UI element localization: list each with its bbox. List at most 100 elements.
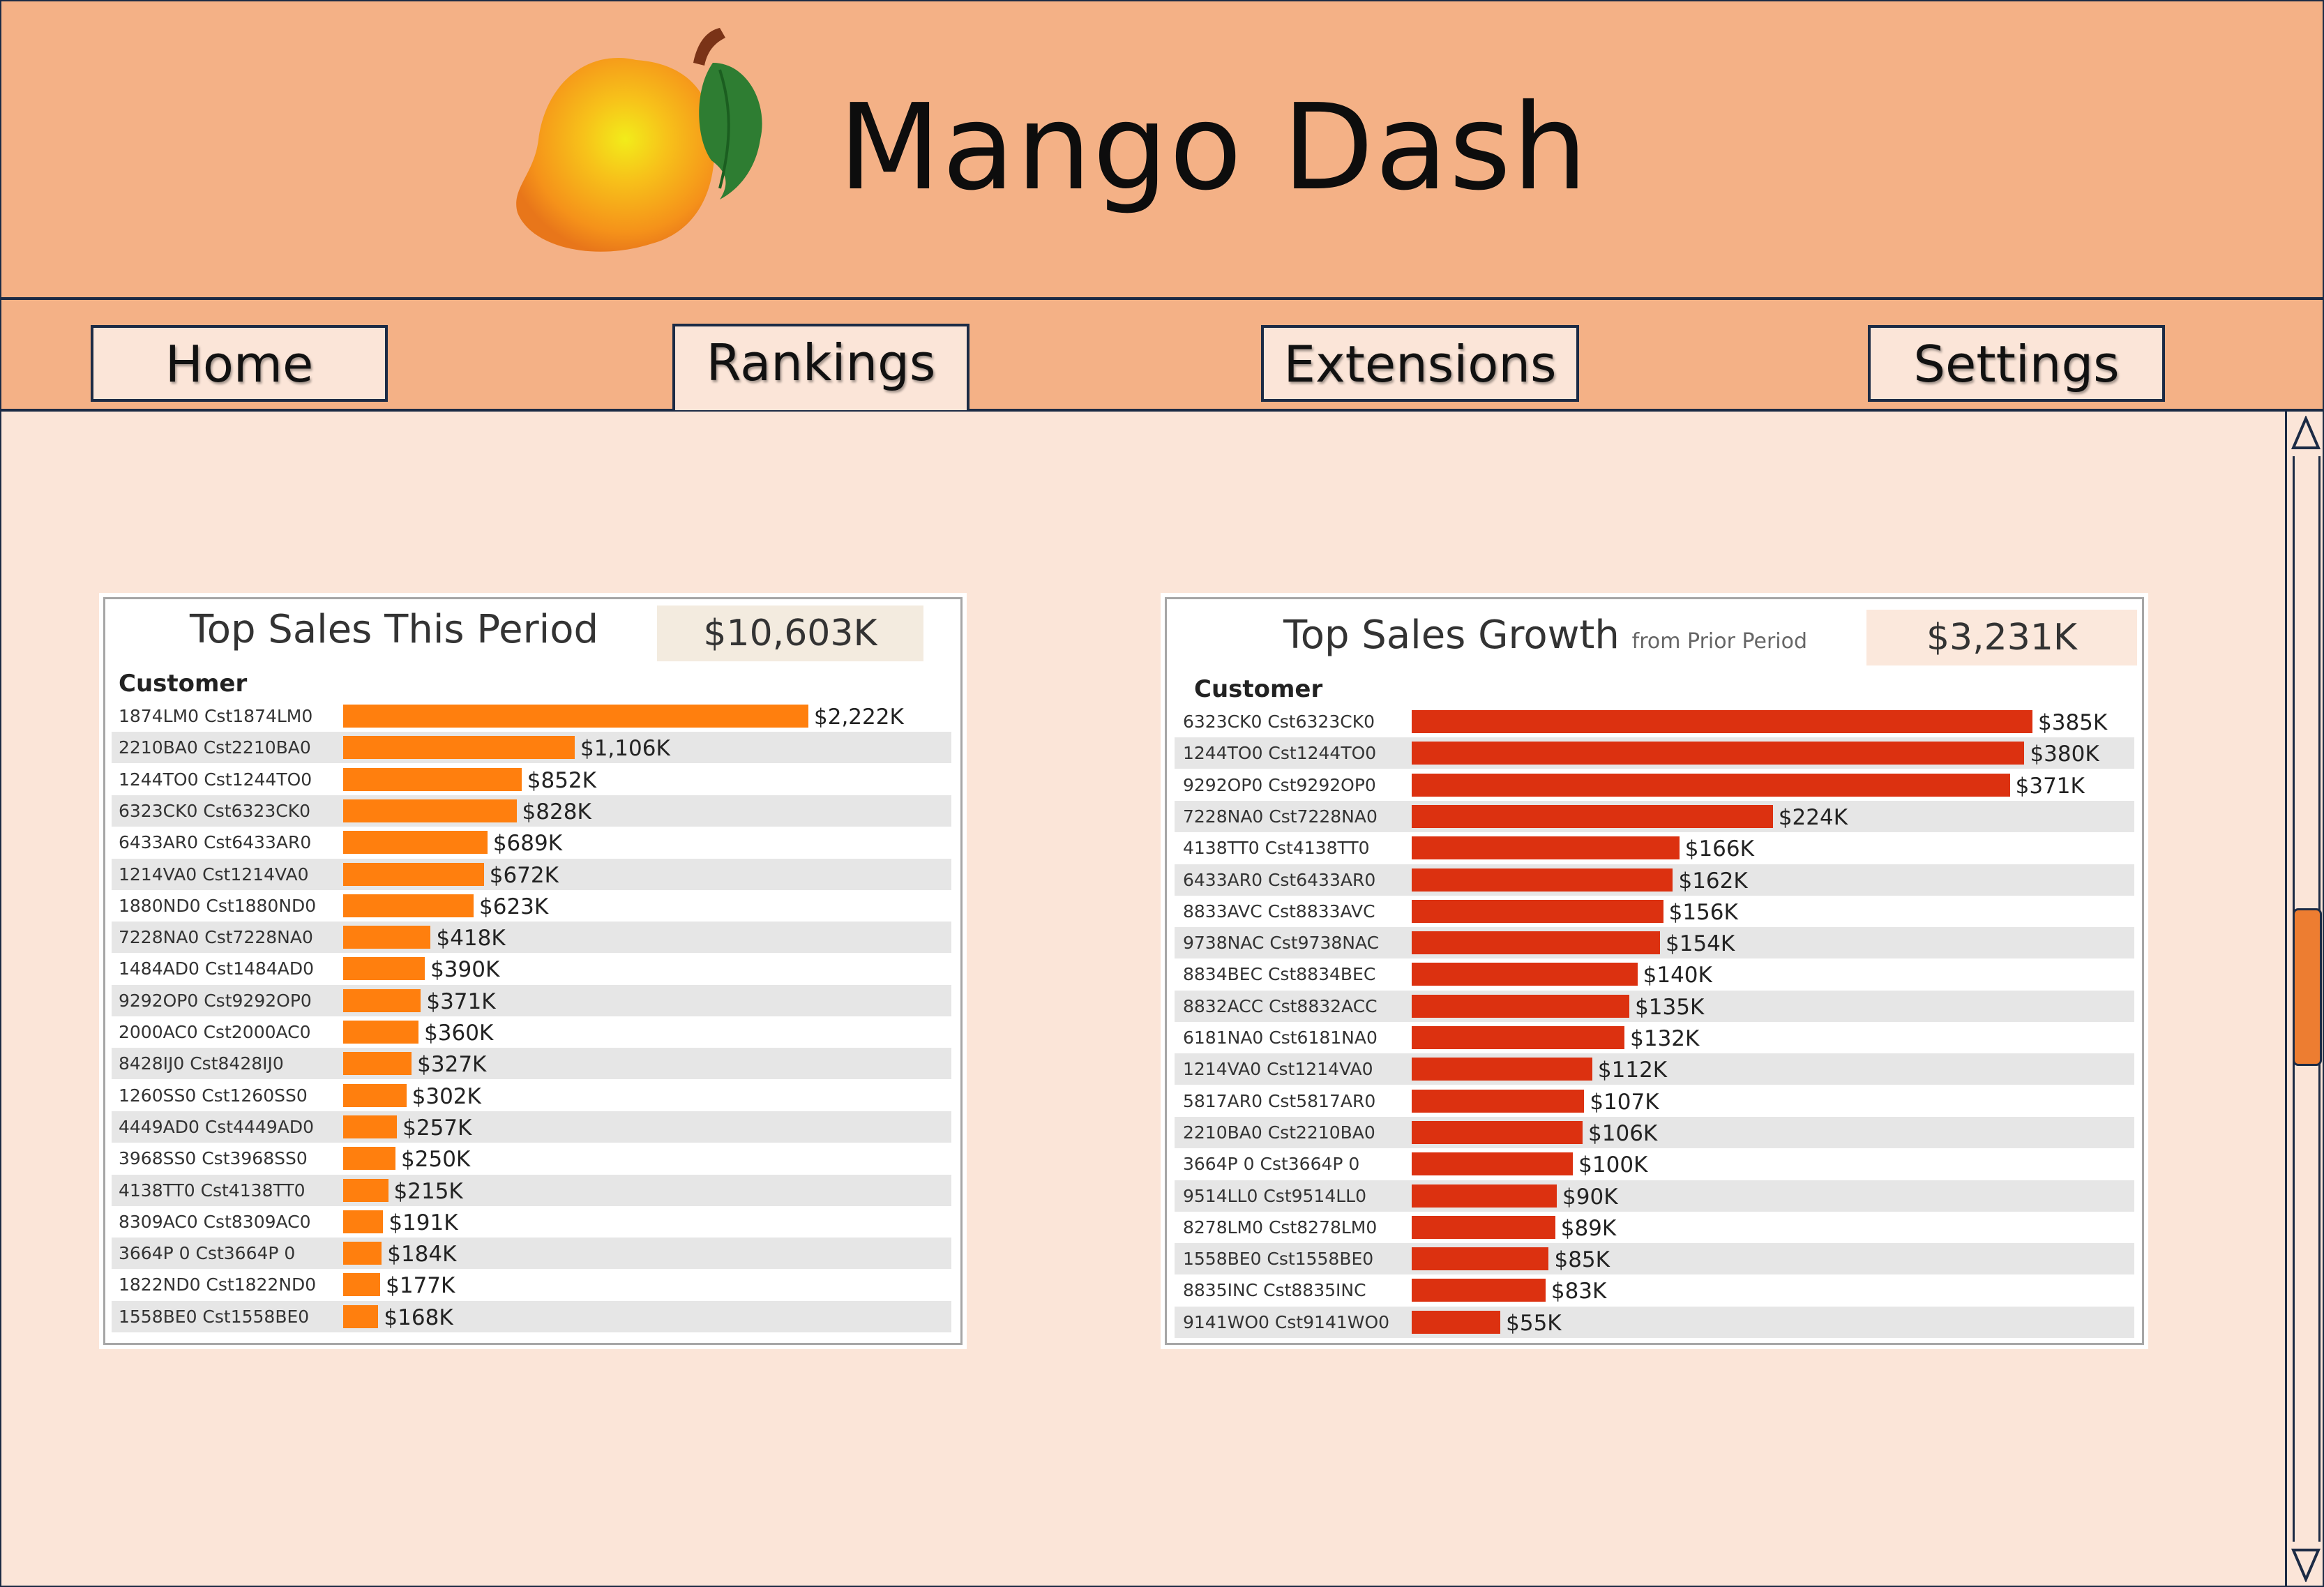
bar-value-label: $371K bbox=[2015, 773, 2085, 799]
customer-label: 1214VA0 Cst1214VA0 bbox=[119, 864, 309, 885]
customer-label: 4138TT0 Cst4138TT0 bbox=[119, 1180, 305, 1201]
customer-label: 9292OP0 Cst9292OP0 bbox=[119, 990, 312, 1011]
top-sales-bar bbox=[343, 799, 517, 822]
bar-value-label: $140K bbox=[1643, 963, 1712, 988]
customer-label: 8428IJ0 Cst8428IJ0 bbox=[119, 1053, 284, 1074]
app-title: Mango Dash bbox=[838, 79, 1589, 217]
customer-label: 2210BA0 Cst2210BA0 bbox=[119, 737, 311, 758]
top-growth-row: 9738NAC Cst9738NAC $154K bbox=[1175, 927, 2134, 959]
top-sales-bar bbox=[343, 1304, 379, 1328]
customer-label: 8309AC0 Cst8309AC0 bbox=[119, 1211, 311, 1232]
top-sales-bar bbox=[343, 705, 808, 728]
top-sales-row: 8428IJ0 Cst8428IJ0 $327K bbox=[112, 1048, 951, 1080]
top-growth-row: 6433AR0 Cst6433AR0 $162K bbox=[1175, 864, 2134, 896]
bar-value-label: $257K bbox=[402, 1115, 472, 1141]
top-sales-panel: Top Sales This Period $10,603K Customer … bbox=[99, 593, 967, 1349]
top-growth-bar bbox=[1412, 1215, 1555, 1239]
scroll-thumb[interactable] bbox=[2293, 908, 2322, 1066]
top-growth-row: 3664P 0 Cst3664P 0 $100K bbox=[1175, 1148, 2134, 1180]
customer-column-header: Customer bbox=[1194, 675, 1323, 703]
top-sales-bar bbox=[343, 926, 431, 949]
customer-label: 8832ACC Cst8832ACC bbox=[1183, 995, 1378, 1016]
bar-value-label: $55K bbox=[1506, 1310, 1562, 1336]
vertical-scrollbar[interactable] bbox=[2285, 412, 2323, 1586]
top-growth-bar bbox=[1412, 1089, 1585, 1113]
tab-settings[interactable]: Settings bbox=[1868, 325, 2165, 402]
top-growth-bar bbox=[1412, 899, 1663, 923]
top-sales-bar bbox=[343, 1210, 384, 1233]
top-sales-row: 2000AC0 Cst2000AC0 $360K bbox=[112, 1016, 951, 1048]
top-sales-bar bbox=[343, 736, 575, 760]
customer-label: 1214VA0 Cst1214VA0 bbox=[1183, 1059, 1373, 1080]
top-sales-bar bbox=[343, 1178, 388, 1202]
scroll-up-arrow-icon[interactable] bbox=[2291, 416, 2321, 452]
bar-value-label: $100K bbox=[1578, 1152, 1648, 1178]
customer-label: 1558BE0 Cst1558BE0 bbox=[1183, 1249, 1374, 1270]
bar-value-label: $224K bbox=[1778, 804, 1848, 830]
top-growth-row: 1214VA0 Cst1214VA0 $112K bbox=[1175, 1053, 2134, 1085]
customer-label: 9292OP0 Cst9292OP0 bbox=[1183, 774, 1376, 795]
mango-logo-icon bbox=[516, 28, 762, 252]
bar-value-label: $168K bbox=[384, 1304, 453, 1330]
top-growth-row: 9514LL0 Cst9514LL0 $90K bbox=[1175, 1180, 2134, 1212]
bar-value-label: $828K bbox=[522, 799, 591, 825]
bar-value-label: $191K bbox=[388, 1210, 458, 1235]
top-growth-bar bbox=[1412, 804, 1773, 828]
top-growth-row: 1558BE0 Cst1558BE0 $85K bbox=[1175, 1243, 2134, 1275]
tab-home[interactable]: Home bbox=[91, 325, 388, 402]
bar-value-label: $418K bbox=[436, 926, 506, 952]
top-sales-row: 4138TT0 Cst4138TT0 $215K bbox=[112, 1174, 951, 1206]
bar-value-label: $390K bbox=[430, 957, 500, 983]
top-growth-row: 8833AVC Cst8833AVC $156K bbox=[1175, 896, 2134, 927]
top-growth-bar bbox=[1412, 742, 2025, 765]
customer-label: 1244TO0 Cst1244TO0 bbox=[1183, 743, 1377, 764]
bar-value-label: $1,106K bbox=[580, 736, 670, 762]
top-growth-total: $3,231K bbox=[1866, 610, 2137, 665]
bar-value-label: $90K bbox=[1562, 1184, 1618, 1210]
top-growth-bar bbox=[1412, 1279, 1546, 1302]
bar-value-label: $360K bbox=[424, 1021, 494, 1046]
top-sales-bar bbox=[343, 767, 522, 791]
top-sales-row: 4449AD0 Cst4449AD0 $257K bbox=[112, 1111, 951, 1143]
top-growth-row: 4138TT0 Cst4138TT0 $166K bbox=[1175, 832, 2134, 864]
bar-value-label: $672K bbox=[489, 862, 559, 888]
top-growth-bar bbox=[1412, 1152, 1574, 1176]
top-growth-row: 7228NA0 Cst7228NA0 $224K bbox=[1175, 800, 2134, 832]
bar-value-label: $371K bbox=[426, 988, 496, 1014]
customer-label: 5817AR0 Cst5817AR0 bbox=[1183, 1090, 1376, 1111]
tab-rankings[interactable]: Rankings bbox=[672, 324, 969, 410]
top-sales-row: 1558BE0 Cst1558BE0 $168K bbox=[112, 1300, 951, 1332]
top-sales-row: 3664P 0 Cst3664P 0 $184K bbox=[112, 1238, 951, 1270]
nav-bar: Home Rankings Extensions Settings bbox=[1, 300, 2323, 412]
app-header: Mango Dash bbox=[1, 1, 2323, 300]
top-sales-row: 8309AC0 Cst8309AC0 $191K bbox=[112, 1206, 951, 1238]
top-sales-row: 7228NA0 Cst7228NA0 $418K bbox=[112, 922, 951, 954]
top-sales-row: 2210BA0 Cst2210BA0 $1,106K bbox=[112, 732, 951, 764]
top-sales-row: 1244TO0 Cst1244TO0 $852K bbox=[112, 764, 951, 795]
customer-label: 3664P 0 Cst3664P 0 bbox=[119, 1243, 296, 1264]
customer-label: 2000AC0 Cst2000AC0 bbox=[119, 1022, 311, 1042]
top-sales-row: 1880ND0 Cst1880ND0 $623K bbox=[112, 890, 951, 922]
top-sales-row: 6433AR0 Cst6433AR0 $689K bbox=[112, 827, 951, 858]
bar-value-label: $89K bbox=[1560, 1215, 1617, 1241]
top-growth-bar bbox=[1412, 1310, 1501, 1334]
bar-value-label: $852K bbox=[527, 767, 596, 793]
bar-value-label: $112K bbox=[1597, 1058, 1668, 1083]
tab-extensions[interactable]: Extensions bbox=[1261, 325, 1579, 402]
bar-value-label: $250K bbox=[401, 1147, 471, 1173]
top-growth-bar bbox=[1412, 1247, 1549, 1271]
top-sales-bar bbox=[343, 957, 425, 981]
top-growth-bar bbox=[1412, 1120, 1583, 1144]
customer-label: 6323CK0 Cst6323CK0 bbox=[119, 800, 310, 821]
top-growth-bar bbox=[1412, 868, 1673, 892]
top-growth-bar bbox=[1412, 963, 1638, 986]
top-growth-bar bbox=[1412, 710, 2032, 733]
top-sales-bar bbox=[343, 1115, 398, 1138]
customer-label: 8278LM0 Cst8278LM0 bbox=[1183, 1217, 1378, 1238]
top-growth-bar bbox=[1412, 1058, 1592, 1081]
bar-value-label: $106K bbox=[1588, 1120, 1658, 1146]
top-sales-bar bbox=[343, 1083, 407, 1107]
top-sales-bar bbox=[343, 988, 421, 1012]
customer-label: 1244TO0 Cst1244TO0 bbox=[119, 769, 312, 790]
scroll-down-arrow-icon[interactable] bbox=[2291, 1546, 2321, 1582]
